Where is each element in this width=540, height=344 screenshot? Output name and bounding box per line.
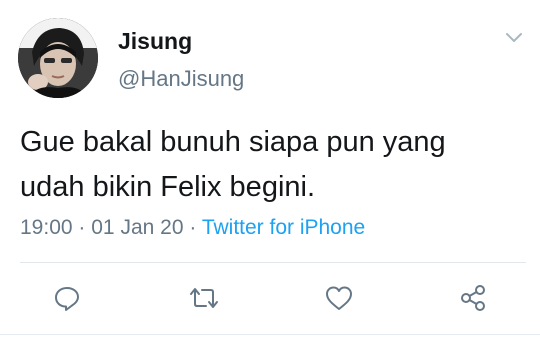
author-handle[interactable]: @HanJisung (118, 66, 244, 92)
share-button[interactable] (455, 280, 491, 316)
divider (20, 262, 526, 263)
meta-separator: · (78, 216, 86, 239)
author-name[interactable]: Jisung (118, 28, 192, 55)
heart-icon (326, 286, 352, 310)
like-button[interactable] (321, 280, 357, 316)
tweet-date[interactable]: 01 Jan 20 (91, 216, 183, 239)
chevron-down-icon[interactable] (502, 28, 526, 48)
tweet-text-line-1: Gue bakal bunuh siapa pun yang (20, 126, 446, 158)
retweet-button[interactable] (186, 280, 222, 316)
retweet-icon (190, 288, 218, 308)
tweet-meta: 19:00 · 01 Jan 20 · Twitter for iPhone (20, 216, 365, 240)
tweet-source-link[interactable]: Twitter for iPhone (202, 216, 365, 239)
action-bar (0, 280, 540, 320)
tweet-text: Gue bakal bunuh siapa pun yang udah biki… (20, 120, 525, 210)
bottom-divider (0, 334, 540, 335)
tweet-time[interactable]: 19:00 (20, 216, 73, 239)
tweet-card: Jisung @HanJisung Gue bakal bunuh siapa … (0, 0, 540, 344)
avatar-image (18, 18, 98, 98)
meta-separator-2: · (189, 216, 197, 239)
avatar[interactable] (18, 18, 98, 98)
reply-icon (55, 287, 79, 311)
tweet-text-line-2: udah bikin Felix begini. (20, 171, 316, 203)
share-icon (461, 285, 485, 311)
reply-button[interactable] (49, 280, 85, 316)
